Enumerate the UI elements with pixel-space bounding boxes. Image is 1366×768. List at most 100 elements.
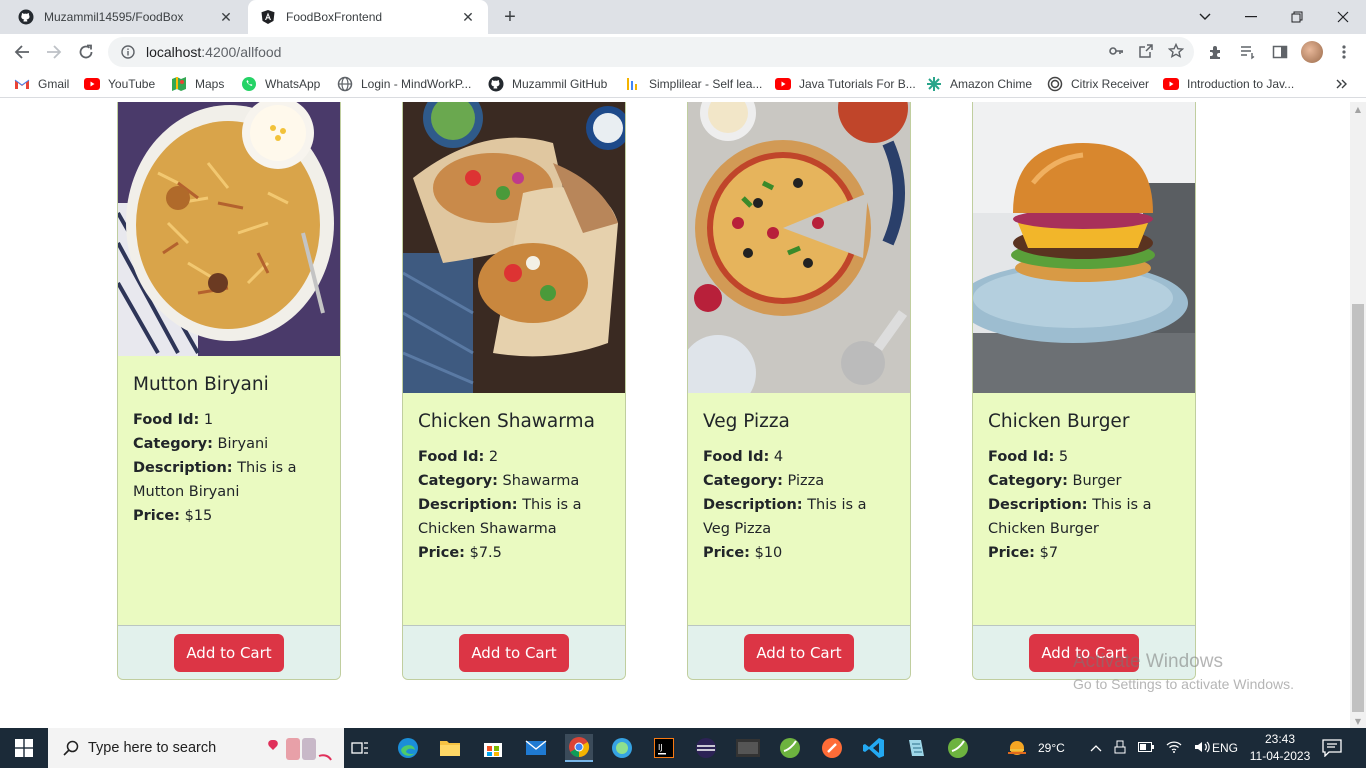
side-panel-icon[interactable] (1270, 42, 1290, 62)
food-price-line: Price: $7 (988, 545, 1059, 561)
chime-icon (926, 76, 942, 92)
card-body: Chicken Burger Food Id: 5 Category: Burg… (973, 393, 1195, 625)
scroll-down-arrow[interactable]: ▼ (1350, 714, 1366, 728)
bookmark-mindworkp[interactable]: Login - MindWorkP... (337, 75, 471, 93)
wifi-icon[interactable] (1166, 740, 1182, 756)
forward-button[interactable] (40, 38, 68, 66)
bookmark-whatsapp[interactable]: WhatsApp (241, 75, 320, 93)
card-footer: Add to Cart (403, 625, 625, 679)
edge-icon[interactable] (394, 734, 422, 762)
tab-search-button[interactable] (1182, 0, 1228, 34)
minimize-button[interactable] (1228, 0, 1274, 34)
card-footer: Add to Cart (118, 625, 340, 679)
taskbar-clock[interactable]: 23:43 11-04-2023 (1248, 731, 1312, 765)
weather-widget[interactable]: 29°C (1004, 728, 1065, 768)
scroll-up-arrow[interactable]: ▲ (1350, 102, 1366, 116)
system-tray-icons (1090, 728, 1210, 768)
intellij-icon[interactable]: IJ (650, 734, 678, 762)
browser-globe-icon[interactable] (608, 734, 636, 762)
new-tab-button[interactable]: + (498, 5, 522, 29)
battery-icon[interactable] (1138, 741, 1154, 755)
add-to-cart-button[interactable]: Add to Cart (459, 634, 569, 672)
volume-icon[interactable] (1194, 741, 1210, 756)
search-placeholder: Type here to search (88, 740, 217, 756)
reading-list-icon[interactable] (1238, 42, 1258, 62)
usb-icon[interactable] (1114, 740, 1126, 757)
input-language[interactable]: ENG (1212, 728, 1238, 768)
add-to-cart-button[interactable]: Add to Cart (174, 634, 284, 672)
spring-tool-suite-2-icon[interactable] (944, 734, 972, 762)
star-icon[interactable] (1167, 42, 1185, 62)
food-price-line: Price: $7.5 (418, 545, 502, 561)
close-icon[interactable]: ✕ (218, 9, 234, 25)
extensions-icon[interactable] (1206, 42, 1226, 62)
share-icon[interactable] (1138, 43, 1154, 62)
address-bar[interactable]: localhost:4200/allfood (108, 37, 1194, 67)
tab-github[interactable]: Muzammil14595/FoodBox ✕ (6, 0, 246, 34)
close-window-button[interactable] (1320, 0, 1366, 34)
clock-date: 11-04-2023 (1249, 749, 1311, 763)
url-path: :4200/allfood (201, 44, 282, 60)
food-image-shawarma (403, 102, 625, 393)
reload-button[interactable] (72, 38, 100, 66)
bookmark-gmail[interactable]: Gmail (14, 75, 69, 93)
page-scrollbar[interactable]: ▲ ▼ (1350, 102, 1366, 728)
key-icon[interactable] (1108, 43, 1124, 62)
search-icon (62, 739, 80, 757)
food-category-line: Category: Burger (988, 473, 1122, 489)
vscode-icon[interactable] (860, 734, 888, 762)
bookmark-simplilearn[interactable]: Simplilear - Self lea... (625, 75, 762, 93)
file-explorer-icon[interactable] (436, 734, 464, 762)
restore-button[interactable] (1274, 0, 1320, 34)
start-button[interactable] (0, 728, 48, 768)
more-menu-icon[interactable] (1334, 42, 1354, 62)
bookmark-citrix[interactable]: Citrix Receiver (1047, 75, 1149, 93)
mysql-workbench-icon[interactable] (734, 734, 762, 762)
card-body: Mutton Biryani Food Id: 1 Category: Biry… (118, 356, 340, 625)
site-info-icon[interactable] (120, 44, 136, 60)
microsoft-store-icon[interactable] (479, 734, 507, 762)
add-to-cart-button[interactable]: Add to Cart (744, 634, 854, 672)
globe-icon (337, 76, 353, 92)
food-card: Mutton Biryani Food Id: 1 Category: Biry… (117, 102, 341, 680)
food-card: Veg Pizza Food Id: 4 Category: Pizza Des… (687, 102, 911, 680)
food-price-line: Price: $10 (703, 545, 783, 561)
close-icon[interactable]: ✕ (460, 9, 476, 25)
bookmark-maps[interactable]: Maps (171, 75, 224, 93)
taskbar-search-box[interactable]: Type here to search (48, 728, 344, 768)
more-bookmarks-button[interactable] (1336, 75, 1348, 93)
weather-sun-icon (1008, 741, 1026, 755)
food-category-line: Category: Pizza (703, 473, 825, 489)
scrollbar-thumb[interactable] (1352, 304, 1364, 712)
food-name: Chicken Shawarma (418, 411, 595, 432)
tab-foodbox-frontend[interactable]: FoodBoxFrontend ✕ (248, 0, 488, 34)
notification-center-button[interactable] (1322, 728, 1342, 768)
bookmark-youtube[interactable]: YouTube (84, 75, 155, 93)
citrix-icon (1047, 76, 1063, 92)
card-body: Chicken Shawarma Food Id: 2 Category: Sh… (403, 393, 625, 625)
reload-icon (79, 44, 93, 59)
maps-icon (171, 76, 187, 92)
whatsapp-icon (241, 76, 257, 92)
profile-avatar[interactable] (1301, 41, 1323, 63)
eclipse-icon[interactable] (692, 734, 720, 762)
bookmark-github[interactable]: Muzammil GitHub (488, 75, 607, 93)
postman-icon[interactable] (818, 734, 846, 762)
food-category-line: Category: Shawarma (418, 473, 580, 489)
chevron-up-icon[interactable] (1090, 741, 1102, 755)
food-description-line: Description: This is a Mutton Biryani (133, 460, 297, 500)
notepad-icon[interactable] (902, 734, 930, 762)
task-view-icon[interactable] (346, 734, 374, 762)
bookmark-java-tutorials[interactable]: Java Tutorials For B... (775, 75, 916, 93)
food-id-line: Food Id: 4 (703, 449, 784, 465)
simplilearn-icon (625, 76, 641, 92)
bookmark-intro-java[interactable]: Introduction to Jav... (1163, 75, 1294, 93)
chrome-taskbar-icon[interactable] (565, 734, 593, 762)
bookmark-amazon-chime[interactable]: Amazon Chime (926, 75, 1032, 93)
browser-tab-strip: Muzammil14595/FoodBox ✕ FoodBoxFrontend … (0, 0, 1366, 34)
back-button[interactable] (8, 38, 36, 66)
spring-tool-suite-icon[interactable] (776, 734, 804, 762)
bookmarks-bar: Gmail YouTube Maps WhatsApp Login - Mind… (0, 70, 1366, 98)
mail-icon[interactable] (522, 734, 550, 762)
youtube-icon (775, 76, 791, 92)
